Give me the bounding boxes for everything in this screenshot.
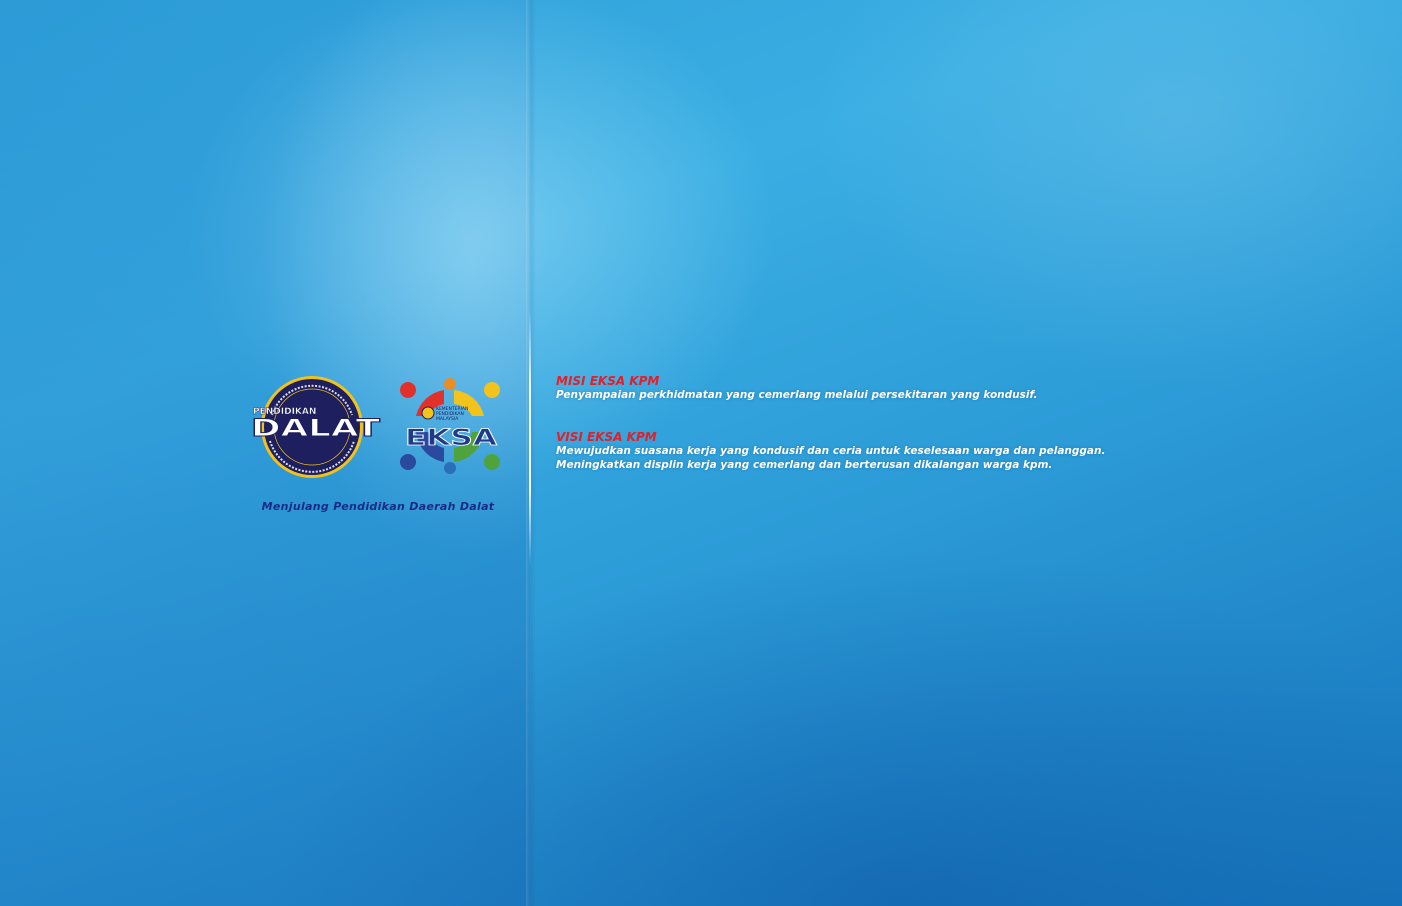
tagline: Menjulang Pendidikan Daerah Dalat bbox=[261, 500, 495, 513]
dalat-logo: PENDIDIKAN DALAT bbox=[251, 376, 381, 478]
misi-heading: MISI EKSA KPM bbox=[556, 374, 660, 388]
divider-line bbox=[529, 310, 531, 565]
misi-line: Penyampaian perkhidmatan yang cemerlang … bbox=[556, 389, 1038, 401]
visi-line: Mewujudkan suasana kerja yang kondusif d… bbox=[556, 445, 1106, 457]
misi-section: MISI EKSA KPM Penyampaian perkhidmatan y… bbox=[556, 374, 1376, 402]
eksa-ministry-line3: MALAYSIA bbox=[436, 416, 459, 422]
visi-section: VISI EKSA KPM Mewujudkan suasana kerja y… bbox=[556, 430, 1376, 472]
eksa-logo: KEMENTERIAN PENDIDIKAN MALAYSIA EKSA bbox=[400, 378, 500, 474]
eksa-wordmark: EKSA bbox=[405, 426, 497, 451]
visi-heading: VISI EKSA KPM bbox=[556, 430, 657, 444]
fold-shade bbox=[526, 0, 536, 906]
info-block: MISI EKSA KPM Penyampaian perkhidmatan y… bbox=[556, 374, 1376, 472]
dalat-logo-line2: DALAT bbox=[251, 414, 381, 442]
visi-line: Meningkatkan displin kerja yang cemerlan… bbox=[556, 459, 1053, 471]
